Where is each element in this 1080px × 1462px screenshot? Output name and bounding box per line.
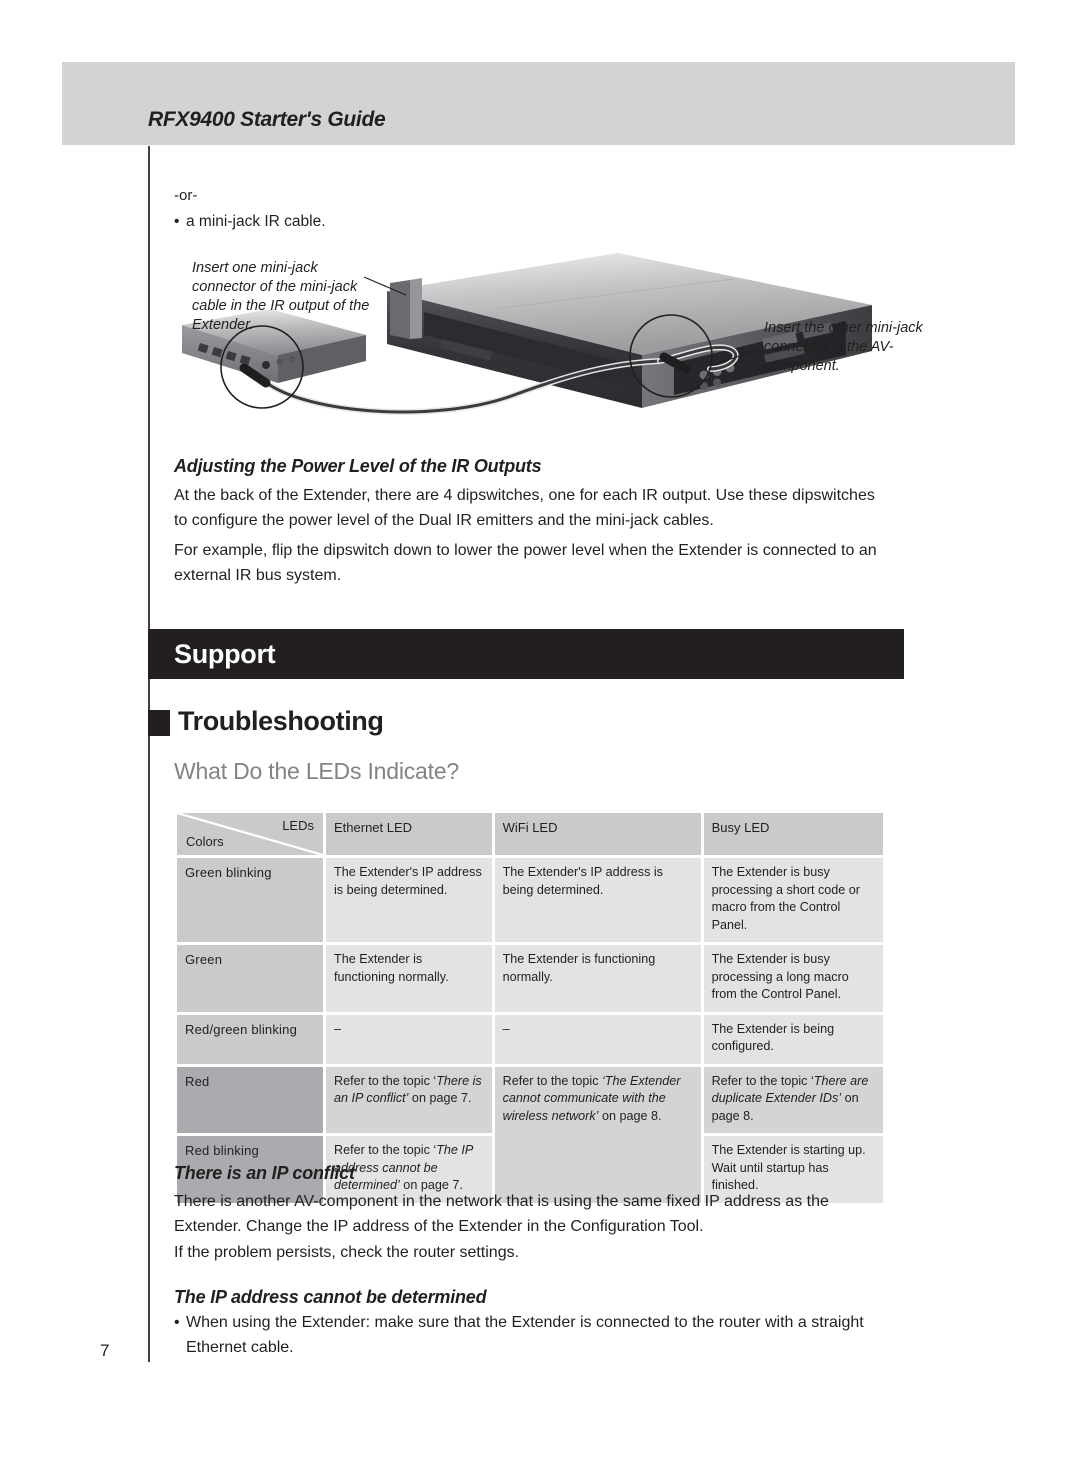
led-indicator-table: LEDs Colors Ethernet LED WiFi LED Busy L… <box>174 810 886 1206</box>
ir-cable-illustration: Insert one mini-jack connector of the mi… <box>174 243 923 433</box>
table-corner-cell: LEDs Colors <box>177 813 323 855</box>
list-item: • When using the Extender: make sure that… <box>174 1311 886 1360</box>
row-header-red: Red <box>177 1066 323 1133</box>
column-header-busy: Busy LED <box>703 813 883 855</box>
cell-busy-red-green-blinking: The Extender is being configured. <box>703 1014 883 1064</box>
cell-ethernet-green-blinking: The Extender's IP address is being deter… <box>326 858 492 942</box>
ip-conflict-paragraph-2: If the problem persists, check the route… <box>174 1244 520 1261</box>
ip-conflict-paragraph-1: There is another AV-component in the net… <box>174 1193 829 1235</box>
power-section-paragraph-2: For example, flip the dipswitch down to … <box>174 542 877 584</box>
row-header-green: Green <box>177 945 323 1012</box>
corner-label-colors: Colors <box>186 833 224 849</box>
row-header-green-blinking: Green blinking <box>177 858 323 942</box>
manual-page: RFX9400 Starter's Guide -or- • a mini-jac… <box>0 0 1080 1462</box>
support-banner: Support <box>148 629 904 679</box>
cell-busy-red: Refer to the topic ‘There are duplicate … <box>703 1066 883 1133</box>
table-row: Green The Extender is functioning normal… <box>177 945 883 1012</box>
power-section-heading: Adjusting the Power Level of the IR Outp… <box>174 456 542 476</box>
bullet-dot: • <box>174 213 180 230</box>
left-margin-rule <box>148 146 150 1362</box>
list-item-label: a mini-jack IR cable. <box>186 213 326 230</box>
callout-right-text: Insert the other mini-jack connector in … <box>764 320 923 374</box>
cell-ethernet-green: The Extender is functioning normally. <box>326 945 492 1012</box>
troubleshooting-title: Troubleshooting <box>178 706 384 736</box>
page-title: RFX9400 Starter's Guide <box>148 108 386 131</box>
list-item-label: When using the Extender: make sure that … <box>186 1314 864 1356</box>
cell-wifi-red-green-blinking: – <box>494 1014 701 1064</box>
leds-indicate-heading: What Do the LEDs Indicate? <box>174 758 460 784</box>
page-number: 7 <box>100 1341 110 1360</box>
column-header-ethernet: Ethernet LED <box>326 813 492 855</box>
bullet-dot: • <box>174 1314 180 1331</box>
troubleshooting-bullet-square <box>148 710 170 736</box>
callout-left-text: Insert one mini-jack connector of the mi… <box>192 260 370 333</box>
ip-conflict-heading: There is an IP conflict <box>174 1163 355 1183</box>
column-header-wifi: WiFi LED <box>494 813 701 855</box>
corner-label-leds: LEDs <box>282 818 314 833</box>
table-row: Green blinking The Extender's IP address… <box>177 858 883 942</box>
support-banner-title: Support <box>174 639 276 669</box>
cell-busy-green-blinking: The Extender is busy processing a short … <box>703 858 883 942</box>
row-header-red-green-blinking: Red/green blinking <box>177 1014 323 1064</box>
table-row: Red Refer to the topic ‘There is an IP c… <box>177 1066 883 1203</box>
table-header-row: LEDs Colors Ethernet LED WiFi LED Busy L… <box>177 813 883 855</box>
cell-busy-green: The Extender is busy processing a long m… <box>703 945 883 1012</box>
cell-wifi-red: Refer to the topic ‘The Extender cannot … <box>494 1066 701 1203</box>
list-item: • a mini-jack IR cable. <box>174 213 326 231</box>
page-header-band <box>62 62 1015 145</box>
cell-ethernet-red: Refer to the topic ‘There is an IP confl… <box>326 1066 492 1133</box>
power-section-paragraph-1: At the back of the Extender, there are 4… <box>174 487 875 529</box>
table-row: Red/green blinking – – The Extender is b… <box>177 1014 883 1064</box>
cell-ethernet-red-green-blinking: – <box>326 1014 492 1064</box>
ip-undetermined-heading: The IP address cannot be determined <box>174 1287 487 1307</box>
or-label: -or- <box>174 187 198 204</box>
cell-wifi-green: The Extender is functioning normally. <box>494 945 701 1012</box>
cell-wifi-green-blinking: The Extender's IP address is being deter… <box>494 858 701 942</box>
